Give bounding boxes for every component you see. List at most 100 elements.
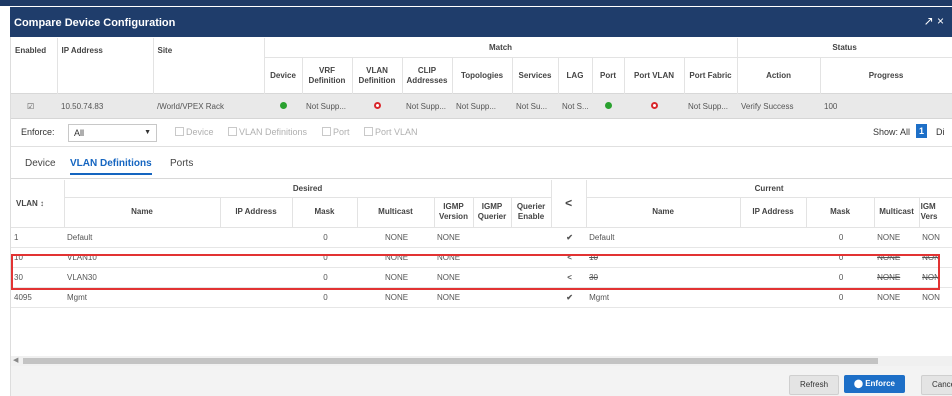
window-left-edge (0, 37, 11, 396)
cell-querier-enable (511, 287, 552, 308)
col-multicast[interactable]: Multicast (357, 197, 435, 228)
check-icon: ✔ (551, 287, 587, 308)
filter-port-vlan-check[interactable]: Port VLAN (364, 127, 418, 137)
horizontal-scrollbar[interactable]: ◀ (11, 356, 952, 366)
filter-device-check[interactable]: Device (175, 127, 214, 137)
cell-lag: Not S... (558, 93, 592, 119)
col-vrf-definition[interactable]: VRF Definition (302, 57, 353, 94)
table-row[interactable]: ☑ 10.50.74.83 /World/VPEX Rack Not Supp.… (11, 93, 952, 119)
group-match: Match (264, 38, 738, 58)
col-port-vlan[interactable]: Port VLAN (624, 57, 685, 94)
checkbox-icon (364, 127, 373, 136)
col-arrow[interactable]: < (551, 180, 587, 228)
col-mask[interactable]: Mask (292, 197, 358, 228)
enforce-button-label: Enforce (865, 379, 895, 388)
mismatch-icon (650, 101, 658, 109)
cell-port-vlan-status (624, 93, 684, 119)
tab-device[interactable]: Device (25, 158, 56, 169)
enforce-button[interactable]: ⬤ Enforce (844, 375, 905, 393)
cell-multicast: NONE (357, 227, 434, 248)
cell-current-ip (740, 287, 807, 308)
checkbox-icon (322, 127, 331, 136)
table-row[interactable]: 4095 Mgmt 0 NONE NONE ✔ Mgmt 0 NONE NON (11, 287, 952, 308)
col-action[interactable]: Action (737, 57, 821, 94)
show-option-more[interactable]: Di (936, 127, 945, 137)
dialog-footer: Refresh ⬤ Enforce Cancel (11, 366, 952, 396)
scrollbar-thumb[interactable] (23, 358, 878, 364)
cell-port-fabric: Not Supp... (684, 93, 738, 119)
cancel-button[interactable]: Cancel (921, 375, 952, 395)
cell-current-multicast: NONE (874, 287, 920, 308)
cell-name: Default (64, 227, 220, 248)
cell-igmp-querier (473, 287, 511, 308)
cell-services: Not Su... (512, 93, 558, 119)
refresh-button[interactable]: Refresh (789, 375, 840, 395)
col-site[interactable]: Site (153, 38, 265, 94)
filter-vlan-check[interactable]: VLAN Definitions (228, 127, 307, 137)
enforce-select[interactable]: All ▼ (68, 124, 157, 142)
col-current-name[interactable]: Name (586, 197, 741, 228)
col-querier-enable[interactable]: Querier Enable (511, 197, 552, 228)
cell-current-mask: 0 (806, 227, 875, 248)
checkbox-icon (175, 127, 184, 136)
cell-topologies: Not Supp... (452, 93, 512, 119)
col-enabled[interactable]: Enabled (11, 38, 58, 94)
check-icon: ✔ (551, 227, 587, 248)
col-current-mask[interactable]: Mask (806, 197, 875, 228)
filter-port-check[interactable]: Port (322, 127, 350, 137)
col-progress[interactable]: Progress (820, 57, 952, 94)
table-row[interactable]: 1 Default 0 NONE NONE ✔ Default 0 NONE N… (11, 227, 952, 248)
col-topologies[interactable]: Topologies (452, 57, 513, 94)
mismatch-highlight-box (11, 254, 940, 290)
group-status: Status (737, 38, 952, 58)
col-ip-address[interactable]: IP Address (220, 197, 293, 228)
cell-device-status (264, 93, 302, 119)
col-port[interactable]: Port (592, 57, 625, 94)
enforce-icon: ⬤ (854, 379, 863, 388)
col-device[interactable]: Device (264, 57, 303, 94)
col-lag[interactable]: LAG (558, 57, 593, 94)
show-count-button[interactable]: 1 (916, 124, 928, 138)
col-clip-addresses[interactable]: CLIP Addresses (402, 57, 453, 94)
cell-current-multicast: NONE (874, 227, 920, 248)
tab-ports[interactable]: Ports (170, 158, 193, 169)
cell-site: /World/VPEX Rack (153, 93, 264, 119)
match-ok-icon (279, 101, 287, 109)
col-name[interactable]: Name (64, 197, 221, 228)
col-igmp-querier[interactable]: IGMP Querier (473, 197, 512, 228)
col-current-ip[interactable]: IP Address (740, 197, 807, 228)
col-vlan-sortable[interactable]: VLAN ↕ (11, 180, 65, 228)
cell-current-mask: 0 (806, 287, 875, 308)
cell-vrf: Not Supp... (302, 93, 352, 119)
cell-current-name: Mgmt (586, 287, 741, 308)
window-title: Compare Device Configuration (14, 17, 176, 29)
group-desired: Desired (64, 180, 552, 198)
cell-current-name: Default (586, 227, 741, 248)
col-services[interactable]: Services (512, 57, 559, 94)
cell-current-igmp: NON (919, 227, 952, 248)
cell-name: Mgmt (64, 287, 220, 308)
filter-bar: Enforce: All ▼ Device VLAN Definitions P… (11, 120, 952, 147)
enforce-label: Enforce: (21, 127, 55, 137)
col-igmp-version[interactable]: IGMP Version (434, 197, 474, 228)
col-vlan-definition[interactable]: VLAN Definition (352, 57, 403, 94)
cell-vlan-id: 1 (11, 227, 64, 248)
match-ok-icon (604, 101, 612, 109)
col-ip-address[interactable]: IP Address (57, 38, 154, 94)
top-band (0, 0, 952, 6)
cell-multicast: NONE (357, 287, 434, 308)
tab-vlan-definitions[interactable]: VLAN Definitions (70, 158, 152, 175)
col-current-igmp[interactable]: IGM Vers (919, 197, 952, 228)
mismatch-icon (373, 101, 381, 109)
cell-action: Verify Success (737, 93, 821, 119)
cell-ip (220, 287, 292, 308)
expand-close-icon[interactable]: ↗ × (924, 14, 944, 28)
cell-port-status (592, 93, 624, 119)
col-current-multicast[interactable]: Multicast (874, 197, 920, 228)
cell-ip: 10.50.74.83 (57, 93, 153, 119)
scroll-left-icon[interactable]: ◀ (13, 356, 18, 364)
enabled-checkbox[interactable]: ☑ (11, 93, 57, 119)
cell-querier-enable (511, 227, 552, 248)
device-table: Enabled IP Address Site Match Status Dev… (11, 38, 952, 119)
col-port-fabric[interactable]: Port Fabric (684, 57, 738, 94)
